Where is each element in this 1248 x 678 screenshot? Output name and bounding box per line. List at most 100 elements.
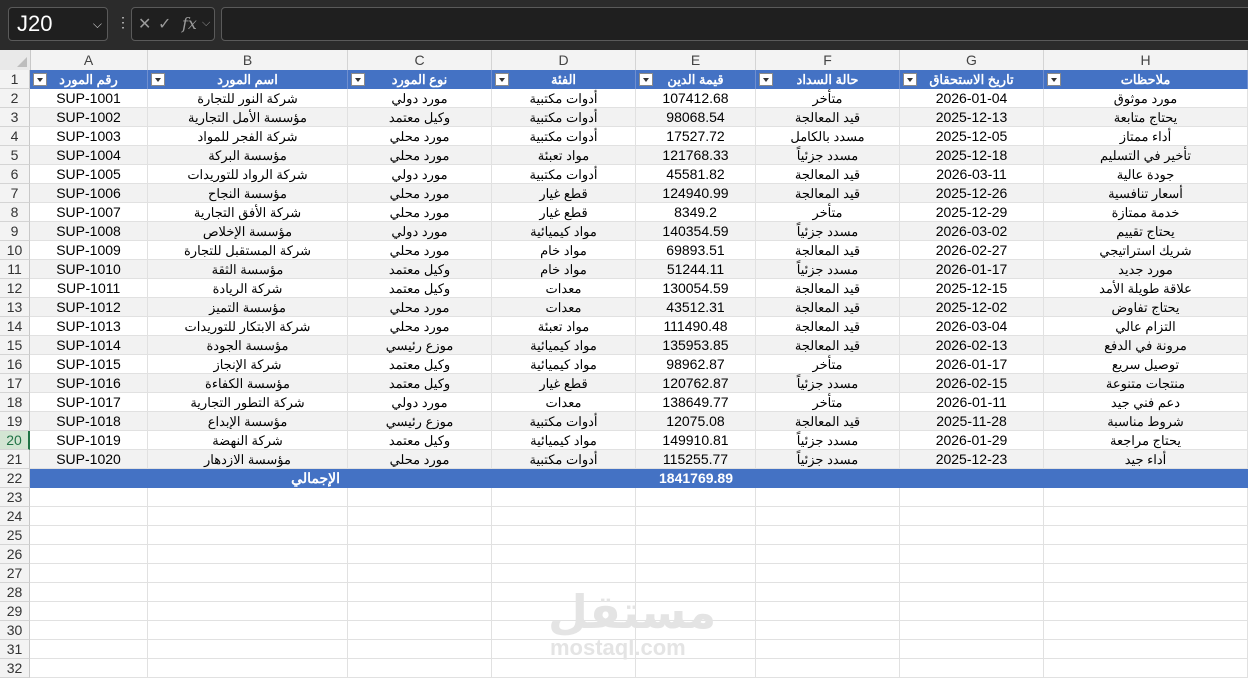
- data-cell[interactable]: شركة المستقبل للتجارة: [148, 241, 348, 260]
- data-cell[interactable]: 98068.54: [636, 108, 756, 127]
- empty-cell[interactable]: [756, 507, 900, 526]
- empty-cell[interactable]: [1044, 564, 1248, 583]
- empty-cell[interactable]: [492, 526, 636, 545]
- data-cell[interactable]: شروط مناسبة: [1044, 412, 1248, 431]
- data-cell[interactable]: وكيل معتمد: [348, 279, 492, 298]
- data-cell[interactable]: موزع رئيسي: [348, 412, 492, 431]
- data-cell[interactable]: مورد جديد: [1044, 260, 1248, 279]
- empty-cell[interactable]: [900, 621, 1044, 640]
- chevron-down-icon[interactable]: ⌵: [202, 17, 210, 30]
- data-cell[interactable]: مورد دولي: [348, 393, 492, 412]
- empty-cell[interactable]: [148, 640, 348, 659]
- empty-cell[interactable]: [900, 507, 1044, 526]
- data-cell[interactable]: SUP-1005: [30, 165, 148, 184]
- data-cell[interactable]: 17527.72: [636, 127, 756, 146]
- empty-cell[interactable]: [492, 545, 636, 564]
- column-header-e[interactable]: E: [636, 50, 756, 70]
- column-header-g[interactable]: G: [900, 50, 1044, 70]
- data-cell[interactable]: جودة عالية: [1044, 165, 1248, 184]
- data-cell[interactable]: 98962.87: [636, 355, 756, 374]
- empty-cell[interactable]: [348, 583, 492, 602]
- data-cell[interactable]: شركة الريادة: [148, 279, 348, 298]
- data-cell[interactable]: مؤسسة الأمل التجارية: [148, 108, 348, 127]
- empty-cell[interactable]: [900, 659, 1044, 678]
- empty-cell[interactable]: [1044, 583, 1248, 602]
- data-cell[interactable]: متأخر: [756, 203, 900, 222]
- data-cell[interactable]: مورد محلي: [348, 241, 492, 260]
- insert-function-icon[interactable]: fx: [182, 14, 197, 33]
- data-cell[interactable]: قيد المعالجة: [756, 336, 900, 355]
- data-cell[interactable]: خدمة ممتازة: [1044, 203, 1248, 222]
- empty-cell[interactable]: [30, 583, 148, 602]
- data-cell[interactable]: 2026-01-17: [900, 355, 1044, 374]
- data-cell[interactable]: 130054.59: [636, 279, 756, 298]
- empty-cell[interactable]: [492, 564, 636, 583]
- empty-cell[interactable]: [348, 602, 492, 621]
- data-cell[interactable]: 2025-12-05: [900, 127, 1044, 146]
- data-cell[interactable]: شركة الرواد للتوريدات: [148, 165, 348, 184]
- row-number[interactable]: 5: [0, 146, 30, 165]
- data-cell[interactable]: قيد المعالجة: [756, 108, 900, 127]
- empty-cell[interactable]: [1044, 659, 1248, 678]
- data-cell[interactable]: قطع غيار: [492, 203, 636, 222]
- row-number[interactable]: 30: [0, 621, 30, 640]
- data-cell[interactable]: 107412.68: [636, 89, 756, 108]
- data-cell[interactable]: قيد المعالجة: [756, 412, 900, 431]
- data-cell[interactable]: مواد كيميائية: [492, 336, 636, 355]
- empty-cell[interactable]: [348, 507, 492, 526]
- data-cell[interactable]: SUP-1003: [30, 127, 148, 146]
- empty-cell[interactable]: [30, 564, 148, 583]
- row-number[interactable]: 3: [0, 108, 30, 127]
- data-cell[interactable]: مؤسسة الإبداع: [148, 412, 348, 431]
- data-cell[interactable]: مؤسسة الإخلاص: [148, 222, 348, 241]
- data-cell[interactable]: SUP-1015: [30, 355, 148, 374]
- data-cell[interactable]: قيد المعالجة: [756, 279, 900, 298]
- data-cell[interactable]: 140354.59: [636, 222, 756, 241]
- data-cell[interactable]: أدوات مكتبية: [492, 89, 636, 108]
- row-number[interactable]: 27: [0, 564, 30, 583]
- empty-cell[interactable]: [30, 507, 148, 526]
- data-cell[interactable]: SUP-1017: [30, 393, 148, 412]
- data-cell[interactable]: مؤسسة النجاح: [148, 184, 348, 203]
- data-cell[interactable]: مواد تعبئة: [492, 146, 636, 165]
- data-cell[interactable]: مؤسسة البركة: [148, 146, 348, 165]
- data-cell[interactable]: 2026-01-29: [900, 431, 1044, 450]
- data-cell[interactable]: 43512.31: [636, 298, 756, 317]
- data-cell[interactable]: 2026-02-27: [900, 241, 1044, 260]
- data-cell[interactable]: شركة الفجر للمواد: [148, 127, 348, 146]
- data-cell[interactable]: أسعار تنافسية: [1044, 184, 1248, 203]
- row-number[interactable]: 18: [0, 393, 30, 412]
- more-options-icon[interactable]: ⋮: [116, 14, 130, 31]
- empty-cell[interactable]: [756, 640, 900, 659]
- empty-cell[interactable]: [1044, 602, 1248, 621]
- empty-cell[interactable]: [636, 507, 756, 526]
- empty-cell[interactable]: [900, 545, 1044, 564]
- empty-cell[interactable]: [756, 659, 900, 678]
- data-cell[interactable]: SUP-1019: [30, 431, 148, 450]
- data-cell[interactable]: SUP-1010: [30, 260, 148, 279]
- data-cell[interactable]: شركة النور للتجارة: [148, 89, 348, 108]
- total-cell[interactable]: [492, 469, 636, 488]
- data-cell[interactable]: مورد دولي: [348, 222, 492, 241]
- data-cell[interactable]: 45581.82: [636, 165, 756, 184]
- filter-dropdown-icon[interactable]: [639, 73, 653, 86]
- data-cell[interactable]: قيد المعالجة: [756, 317, 900, 336]
- data-cell[interactable]: يحتاج تقييم: [1044, 222, 1248, 241]
- data-cell[interactable]: مواد تعبئة: [492, 317, 636, 336]
- empty-cell[interactable]: [148, 583, 348, 602]
- data-cell[interactable]: 138649.77: [636, 393, 756, 412]
- data-cell[interactable]: مورد محلي: [348, 146, 492, 165]
- filter-dropdown-icon[interactable]: [495, 73, 509, 86]
- total-cell[interactable]: [30, 469, 148, 488]
- empty-cell[interactable]: [348, 621, 492, 640]
- row-number[interactable]: 12: [0, 279, 30, 298]
- data-cell[interactable]: 115255.77: [636, 450, 756, 469]
- header-cell[interactable]: رقم المورد: [30, 70, 148, 89]
- data-cell[interactable]: أداء ممتاز: [1044, 127, 1248, 146]
- filter-dropdown-icon[interactable]: [1047, 73, 1061, 86]
- row-number[interactable]: 24: [0, 507, 30, 526]
- row-number[interactable]: 22: [0, 469, 30, 488]
- empty-cell[interactable]: [900, 602, 1044, 621]
- data-cell[interactable]: SUP-1008: [30, 222, 148, 241]
- data-cell[interactable]: مسدد بالكامل: [756, 127, 900, 146]
